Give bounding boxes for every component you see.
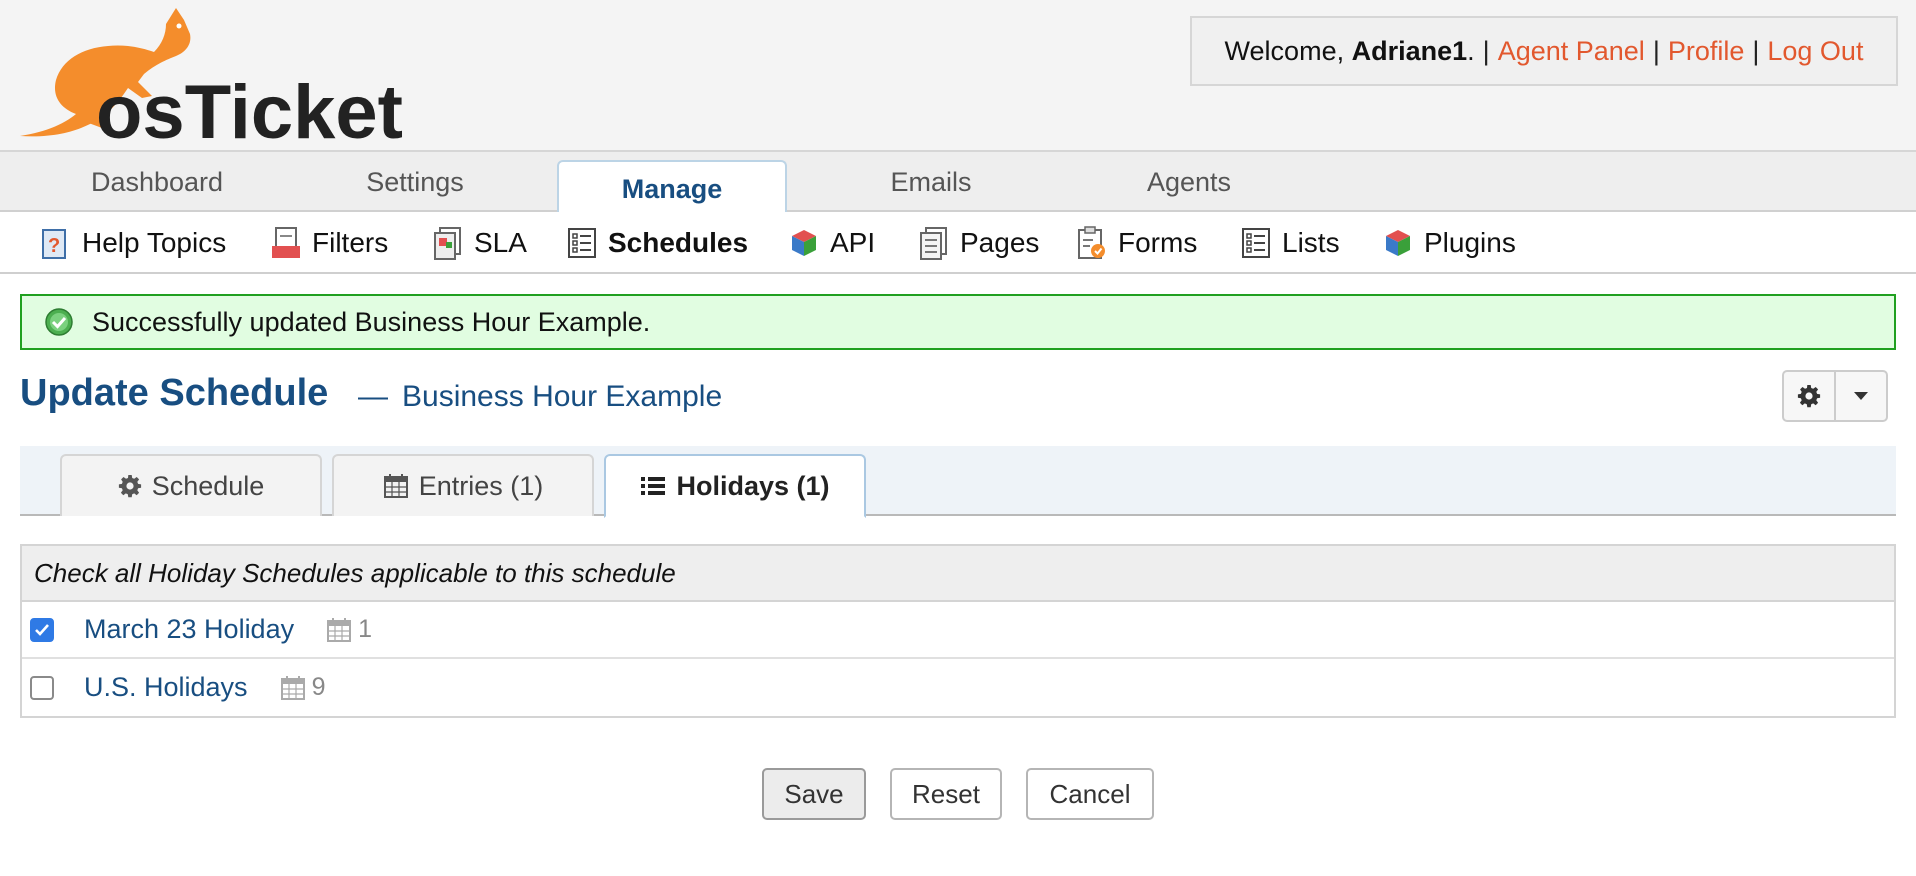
calendar-icon — [383, 474, 408, 498]
success-check-icon — [45, 308, 73, 336]
subnav-label: Plugins — [1424, 227, 1516, 258]
title-dash: — — [358, 380, 388, 413]
welcome-box: Welcome, Adriane1. | Agent Panel | Profi… — [1190, 16, 1898, 86]
logo-text: osTicket — [96, 70, 403, 144]
gear-icon — [118, 475, 141, 498]
subnav-label: Pages — [960, 227, 1040, 258]
page-title: Update Schedule — [20, 372, 329, 414]
entry-count: 9 — [311, 673, 326, 701]
subnav-label: Filters — [312, 227, 389, 258]
subnav-schedules[interactable]: Schedules — [566, 224, 748, 262]
tab-label: Schedule — [151, 470, 265, 501]
content-tabs: Schedule Entries (1) Holidays (1) — [20, 446, 1896, 518]
alert-message: Successfully updated Business Hour Examp… — [92, 306, 651, 337]
subnav-sla[interactable]: SLA — [432, 224, 527, 262]
nav-tab-manage[interactable]: Manage — [557, 160, 787, 216]
agent-panel-link[interactable]: Agent Panel — [1498, 36, 1645, 67]
welcome-period: . — [1467, 35, 1475, 66]
nav-tab-emails[interactable]: Emails — [816, 152, 1046, 212]
subnav-forms[interactable]: Forms — [1076, 224, 1197, 262]
lists-icon — [1242, 228, 1270, 258]
table-header: Check all Holiday Schedules applicable t… — [22, 546, 1894, 602]
sub-nav: ? Help Topics Filters SLA Schedules API … — [0, 212, 1916, 274]
subnav-label: Help Topics — [82, 227, 227, 258]
plugins-icon — [1386, 230, 1410, 256]
osticket-logo[interactable]: osTicket — [16, 4, 436, 144]
subnav-plugins[interactable]: Plugins — [1382, 224, 1516, 262]
subnav-api[interactable]: API — [788, 224, 875, 262]
reset-button[interactable]: Reset — [890, 768, 1002, 820]
gear-icon — [1797, 385, 1821, 408]
subnav-lists[interactable]: Lists — [1240, 224, 1340, 262]
save-button[interactable]: Save — [762, 768, 866, 820]
settings-button-half[interactable] — [1784, 372, 1836, 420]
subnav-label: API — [830, 227, 876, 258]
checkmark-icon — [35, 623, 49, 636]
subnav-label: Schedules — [608, 227, 749, 258]
holiday-link[interactable]: U.S. Holidays — [84, 672, 248, 703]
calendar-icon — [327, 617, 352, 642]
holidays-table: Check all Holiday Schedules applicable t… — [20, 544, 1896, 718]
tab-holidays[interactable]: Holidays (1) — [604, 454, 866, 518]
calendar-icon — [280, 675, 305, 700]
caret-down-icon — [1854, 392, 1868, 400]
username: Adriane1 — [1351, 35, 1468, 66]
profile-link[interactable]: Profile — [1668, 36, 1745, 67]
nav-tab-dashboard[interactable]: Dashboard — [42, 152, 272, 212]
tab-label: Holidays (1) — [676, 470, 830, 501]
tab-schedule[interactable]: Schedule — [60, 454, 322, 516]
logout-link[interactable]: Log Out — [1767, 36, 1863, 67]
help-topics-icon: ? — [42, 229, 66, 259]
welcome-prefix: Welcome, — [1224, 35, 1345, 66]
tab-entries[interactable]: Entries (1) — [332, 454, 594, 516]
list-icon — [641, 477, 666, 495]
forms-icon — [1078, 226, 1105, 259]
nav-tab-agents[interactable]: Agents — [1074, 152, 1304, 212]
page-subtitle: — Business Hour Example — [358, 380, 722, 414]
subnav-label: SLA — [474, 227, 527, 258]
holiday-link[interactable]: March 23 Holiday — [84, 614, 294, 645]
cancel-button[interactable]: Cancel — [1026, 768, 1154, 820]
sla-icon — [434, 227, 461, 260]
subnav-label: Forms — [1118, 227, 1198, 258]
separator: | — [1652, 35, 1660, 66]
subnav-label: Lists — [1282, 227, 1340, 258]
table-row: March 23 Holiday 1 — [22, 602, 1894, 659]
settings-dropdown-button[interactable] — [1782, 370, 1888, 422]
tab-label: Entries (1) — [418, 470, 544, 501]
header: osTicket Welcome, Adriane1. | Agent Pane… — [0, 0, 1916, 150]
svg-text:?: ? — [48, 235, 60, 257]
separator: | — [1482, 35, 1490, 66]
api-icon — [792, 230, 816, 256]
pages-icon — [920, 227, 947, 260]
holiday-checkbox-march-23[interactable] — [30, 617, 54, 642]
subnav-filters[interactable]: Filters — [270, 224, 388, 262]
table-row: U.S. Holidays 9 — [22, 659, 1894, 716]
separator: | — [1752, 35, 1760, 66]
entry-count: 1 — [358, 615, 372, 643]
success-alert: Successfully updated Business Hour Examp… — [20, 294, 1896, 350]
dropdown-toggle[interactable] — [1836, 372, 1886, 420]
schedules-icon — [568, 228, 596, 258]
nav-tab-settings[interactable]: Settings — [300, 152, 530, 212]
main-nav: Dashboard Settings Manage Emails Agents — [0, 150, 1916, 216]
filters-icon — [272, 227, 300, 258]
subnav-help-topics[interactable]: ? Help Topics — [40, 224, 226, 262]
schedule-name: Business Hour Example — [402, 380, 723, 413]
holiday-checkbox-us-holidays[interactable] — [30, 675, 54, 700]
subnav-pages[interactable]: Pages — [918, 224, 1039, 262]
